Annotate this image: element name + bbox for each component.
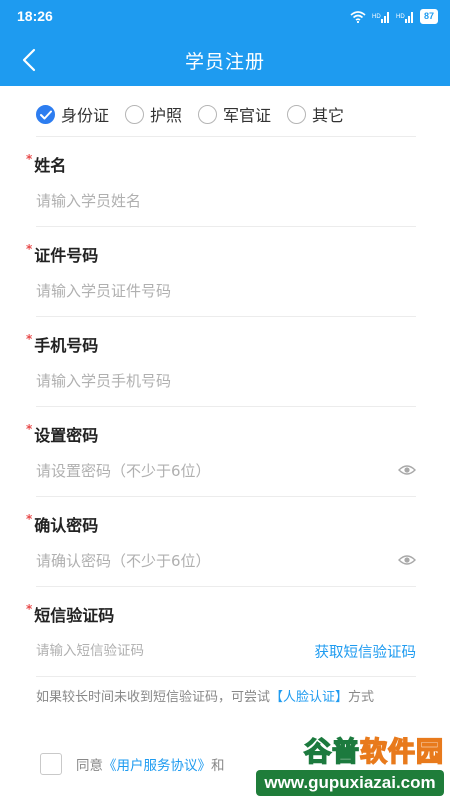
radio-unchecked-icon: [287, 104, 307, 124]
phone-label: * 手机号码: [26, 332, 99, 355]
confirm-password-input[interactable]: [36, 548, 376, 574]
eye-icon[interactable]: [398, 553, 416, 567]
divider: [36, 316, 416, 317]
divider: [36, 226, 416, 227]
radio-label: 护照: [150, 106, 183, 125]
divider: [36, 586, 416, 587]
agreement-row: 同意 《用户服务协议》和: [40, 753, 225, 775]
phone-input[interactable]: [36, 368, 376, 394]
id-number-label: * 证件号码: [26, 242, 99, 265]
radio-label: 其它: [312, 106, 345, 125]
watermark: 谷普 软件园 www.gupuxiazai.com: [250, 730, 450, 800]
password-label: * 设置密码: [26, 422, 99, 445]
divider: [36, 496, 416, 497]
signal-icon: HD: [372, 11, 389, 23]
radio-other[interactable]: 其它: [287, 102, 344, 126]
radio-label: 身份证: [61, 106, 110, 125]
agreement-checkbox[interactable]: [40, 753, 62, 775]
radio-unchecked-icon: [198, 104, 218, 124]
radio-checked-icon: [36, 104, 55, 124]
id-type-radio-group: 身份证 护照 军官证 其它: [36, 102, 360, 126]
password-input[interactable]: [36, 458, 376, 484]
sms-code-input[interactable]: [36, 638, 276, 664]
name-label: * 姓名: [26, 152, 67, 175]
id-number-input[interactable]: [36, 278, 376, 304]
watermark-text: 软件园: [359, 736, 444, 769]
radio-label: 军官证: [223, 106, 272, 125]
watermark-text: 谷普: [303, 736, 360, 769]
divider: [36, 136, 416, 137]
svg-text:HD: HD: [396, 14, 405, 20]
sms-code-label: * 短信验证码: [26, 602, 115, 625]
face-auth-link[interactable]: 【人脸认证】: [270, 690, 348, 705]
radio-id-card[interactable]: 身份证: [36, 102, 109, 126]
watermark-url: www.gupuxiazai.com: [256, 770, 444, 796]
radio-passport[interactable]: 护照: [125, 102, 182, 126]
name-input[interactable]: [36, 188, 376, 214]
get-sms-code-button[interactable]: 获取短信验证码: [315, 641, 417, 662]
eye-icon[interactable]: [398, 463, 416, 477]
wifi-icon: [350, 10, 366, 23]
registration-form: 身份证 护照 军官证 其它 *姓名 *证件号码 *手机号码 *设置密码 *确认密…: [0, 86, 450, 800]
battery-indicator: 87: [419, 9, 438, 24]
radio-unchecked-icon: [125, 104, 145, 124]
app-bar: 学员注册: [0, 34, 450, 86]
confirm-password-label: * 确认密码: [26, 512, 99, 535]
status-icons: HD HD 87: [350, 9, 438, 24]
sms-hint-text: 如果较长时间未收到短信验证码，可尝试【人脸认证】方式: [36, 690, 375, 705]
radio-officer-id[interactable]: 军官证: [198, 102, 271, 126]
divider: [36, 676, 416, 677]
page-title: 学员注册: [184, 51, 265, 73]
svg-text:HD: HD: [372, 14, 381, 20]
user-agreement-link[interactable]: 《用户服务协议》: [103, 754, 211, 774]
status-bar: 18:26 HD HD 87: [0, 0, 450, 34]
divider: [36, 406, 416, 407]
status-time: 18:26: [17, 8, 53, 24]
signal-icon: HD: [396, 11, 413, 23]
